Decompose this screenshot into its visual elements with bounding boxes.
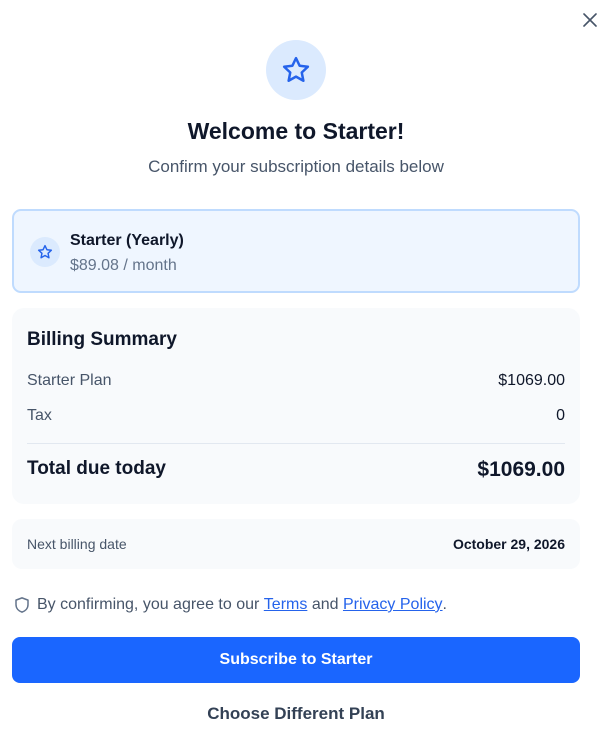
next-billing-label: Next billing date xyxy=(27,536,127,552)
consent-and: and xyxy=(311,596,339,613)
privacy-policy-link[interactable]: Privacy Policy xyxy=(343,596,443,614)
close-button[interactable] xyxy=(580,10,600,30)
total-label: Total due today xyxy=(27,458,166,479)
star-icon xyxy=(37,244,53,259)
summary-divider xyxy=(27,443,565,444)
choose-different-plan-button[interactable]: Choose Different Plan xyxy=(0,702,592,726)
consent-suffix: . xyxy=(442,596,447,613)
summary-row-label: Starter Plan xyxy=(27,372,112,389)
plan-name: Starter (Yearly) xyxy=(70,232,184,249)
page-title: Welcome to Starter! xyxy=(187,118,405,144)
total-value: $1069.00 xyxy=(477,458,565,481)
subscribe-button[interactable]: Subscribe to Starter xyxy=(12,637,580,683)
plan-icon-badge xyxy=(30,237,60,267)
page-subtitle: Confirm your subscription details below xyxy=(148,157,444,176)
consent-notice: By confirming, you agree to our Terms an… xyxy=(13,594,447,616)
consent-prefix: By confirming, you agree to our xyxy=(37,596,260,613)
hero-star-badge xyxy=(266,40,326,100)
close-icon xyxy=(583,13,597,27)
billing-summary-title: Billing Summary xyxy=(27,329,177,350)
summary-row-label: Tax xyxy=(27,407,52,424)
summary-row-value: 0 xyxy=(556,407,565,424)
plan-price: $89.08 / month xyxy=(70,257,177,274)
star-icon xyxy=(282,56,310,82)
terms-link[interactable]: Terms xyxy=(264,596,308,614)
summary-row-value: $1069.00 xyxy=(498,372,565,389)
next-billing-box: Next billing date October 29, 2026 xyxy=(12,519,580,569)
selected-plan-card: Starter (Yearly) $89.08 / month xyxy=(12,209,580,293)
billing-summary: Billing Summary Starter Plan $1069.00 Ta… xyxy=(12,308,580,504)
shield-icon xyxy=(13,596,31,614)
next-billing-date: October 29, 2026 xyxy=(452,536,565,552)
